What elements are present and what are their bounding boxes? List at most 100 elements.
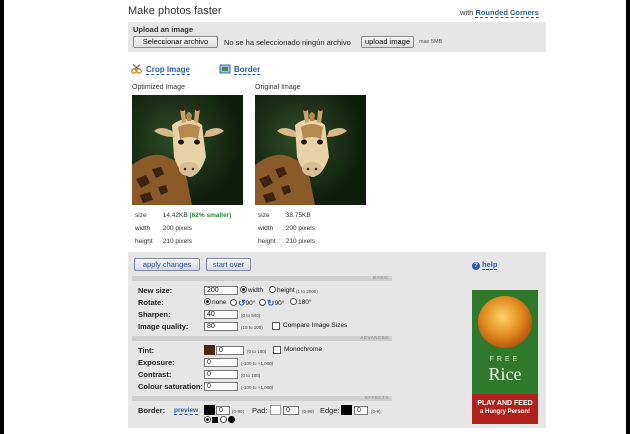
rotate-label: Rotate: [138, 298, 164, 307]
new-size-input[interactable]: 200 [204, 286, 238, 295]
border-color-swatch[interactable] [204, 405, 215, 415]
quality-hint: (10 to 100) [241, 325, 263, 330]
colour-saturation-input[interactable]: 0 [204, 382, 238, 391]
sharpen-label: Sharpen: [138, 310, 171, 319]
height-radio-option[interactable]: height [269, 286, 295, 294]
advanced-section-bar: ADVANCED [132, 335, 392, 341]
pad-input[interactable]: 0 [283, 406, 299, 415]
optimized-size: 14.42KB [162, 212, 188, 219]
rice-bowl-icon [478, 296, 532, 348]
start-over-button[interactable]: start over [206, 258, 251, 271]
height-radio[interactable] [269, 286, 276, 293]
edge-label: Edge: [320, 406, 340, 415]
pad-hint: (0-99) [302, 409, 315, 414]
page-title: Make photos faster [128, 5, 222, 17]
rotate-180-label: 180° [298, 299, 312, 306]
new-size-label: New size: [138, 286, 173, 295]
rotate-90-right-radio[interactable] [259, 299, 266, 306]
tint-input[interactable]: 0 [216, 346, 244, 355]
contrast-input[interactable]: 0 [204, 370, 238, 379]
image-quality-input[interactable]: 80 [204, 322, 238, 331]
size-hint: (1 to 2000) [296, 289, 318, 294]
help-label: help [482, 260, 498, 270]
exposure-label: Exposure: [138, 358, 175, 367]
ad-rice-text: Rice [488, 364, 522, 384]
border-hint: (0-99) [232, 409, 245, 414]
effects-section-bar: EFFECTS [132, 395, 392, 401]
with-prefix: with [460, 8, 474, 17]
effects-section-title: EFFECTS [364, 395, 389, 400]
pad-label: Pad: [252, 406, 268, 415]
rotate-90-right-option[interactable]: ↻90° [259, 298, 284, 309]
help-link[interactable]: ? help [472, 260, 498, 270]
rotate-90-left-option[interactable]: ↺90° [230, 298, 255, 309]
border-style-square-radio[interactable] [204, 416, 211, 423]
ad-play-banner: PLAY AND FEED a Hungry Person! [472, 394, 538, 424]
rotate-90-left-label: 90° [245, 300, 256, 307]
monochrome-label: Monochrome [284, 346, 322, 353]
saturation-hint: (-100 to +1,000) [241, 385, 274, 390]
page: Make photos faster with Rounded Corners … [4, 0, 626, 434]
width-label: width [135, 225, 151, 232]
crop-image-tool[interactable]: Crop Image [131, 64, 191, 75]
rotate-180-option[interactable]: 180° [290, 298, 311, 306]
colour-saturation-label: Colour saturation: [138, 382, 203, 391]
crop-image-label: Crop Image [146, 65, 191, 75]
compare-sizes-checkbox[interactable] [272, 322, 280, 330]
ad-play-line1: PLAY AND FEED [477, 400, 533, 407]
size-label: size [258, 212, 270, 219]
apply-changes-button[interactable]: apply changes [134, 258, 200, 271]
rotate-90-left-radio[interactable] [230, 299, 237, 306]
width-option-label: width [248, 287, 264, 294]
original-size: 38.75KB [285, 212, 311, 219]
sharpen-input[interactable]: 40 [204, 310, 238, 319]
rotate-left-icon: ↺ [238, 298, 246, 308]
preview-link[interactable]: preview [174, 407, 199, 415]
original-width: 200 pixels [285, 225, 315, 232]
original-caption: Original Image [255, 84, 301, 91]
settings-panel: apply changes start over ? help BASIC New… [128, 252, 546, 428]
sharpen-hint: (0 to 500) [241, 313, 261, 318]
rounded-corners-link[interactable]: Rounded Corners [475, 8, 539, 18]
border-tool[interactable]: Border [219, 64, 261, 75]
edge-color-swatch[interactable] [341, 405, 352, 415]
exposure-input[interactable]: 0 [204, 358, 238, 367]
advanced-section-title: ADVANCED [360, 335, 389, 340]
height-label: height [258, 238, 276, 245]
border-label: Border [234, 65, 261, 75]
edge-input[interactable]: 0 [354, 406, 368, 415]
free-rice-ad[interactable]: FREE Rice PLAY AND FEED a Hungry Person! [472, 290, 538, 424]
border-style-options[interactable] [204, 416, 235, 424]
basic-section-title: BASIC [372, 275, 389, 280]
pad-color-swatch[interactable] [270, 405, 281, 415]
border-width-input[interactable]: 0 [216, 406, 230, 415]
tint-color-swatch[interactable] [204, 345, 215, 355]
monochrome-checkbox[interactable] [273, 346, 281, 354]
max-size-hint: max 5MB [419, 39, 443, 45]
width-radio-option[interactable]: width [240, 286, 263, 294]
basic-section-bar: BASIC [132, 275, 392, 281]
optimized-image [132, 95, 243, 205]
rotate-none-radio[interactable] [204, 298, 211, 305]
size-savings: (62% smaller) [189, 212, 232, 219]
rotate-180-radio[interactable] [290, 298, 297, 305]
contrast-label: Contrast: [138, 370, 172, 379]
contrast-hint: (0 to 100) [241, 373, 261, 378]
exposure-hint: (-100 to +1,000) [241, 361, 274, 366]
border-frame-icon [219, 64, 231, 74]
ad-free-text: FREE [489, 356, 521, 363]
rotate-right-icon: ↻ [267, 298, 275, 308]
with-rounded-corners: with Rounded Corners [460, 8, 539, 18]
tint-hint: (0 to 100) [247, 349, 267, 354]
height-option-label: height [277, 287, 295, 294]
optimized-height: 210 pixels [162, 238, 192, 245]
no-file-text: No se ha seleccionado ningún archivo [224, 38, 351, 47]
upload-image-button[interactable]: upload image [361, 36, 414, 48]
tint-label: Tint: [138, 346, 155, 355]
upload-panel: Upload an image Seleccionar archivo No s… [128, 22, 546, 52]
width-radio[interactable] [240, 286, 247, 293]
original-image [255, 95, 366, 205]
border-style-round-radio[interactable] [220, 416, 227, 423]
rotate-none-option[interactable]: none [204, 298, 226, 306]
choose-file-button[interactable]: Seleccionar archivo [133, 36, 218, 48]
